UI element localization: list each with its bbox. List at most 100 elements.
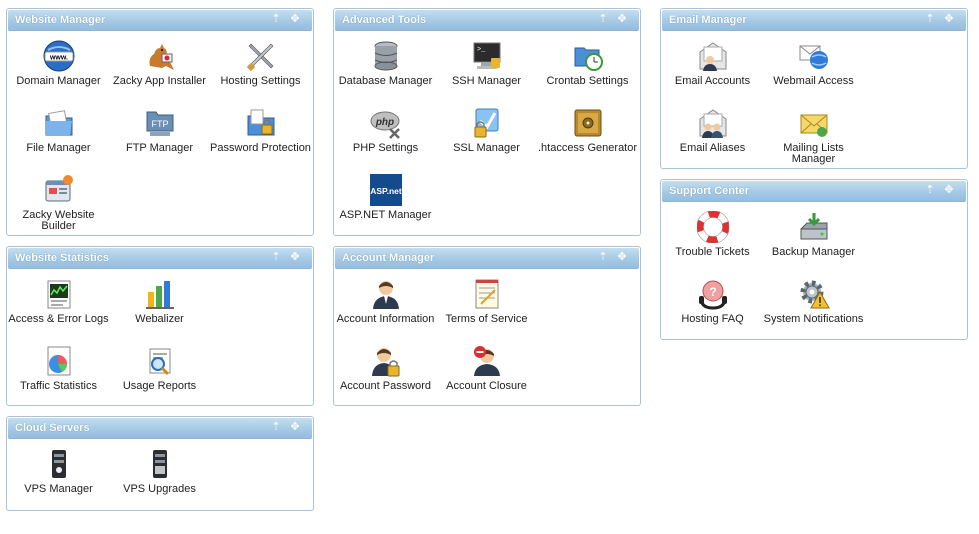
panel-title: Website Statistics [15,252,109,264]
item-label: Mailing Lists Manager [783,142,844,165]
ssl-manager-item[interactable]: SSL Manager [436,107,537,154]
item-label: Webmail Access [773,75,854,87]
item-label: System Notifications [763,313,864,325]
php-label: php [374,117,393,128]
kangaroo-icon [144,40,176,72]
gear-warning-icon [798,278,830,310]
www-label: www. [48,55,67,62]
htaccess-generator-item[interactable]: .htaccess Generator [537,107,638,154]
item-label: Zacky App Installer [113,75,206,87]
php-settings-item[interactable]: php PHP Settings [335,107,436,154]
globe-icon: www. [43,40,75,72]
panel-title: Account Manager [342,252,435,264]
user-lock-icon [370,345,402,377]
move-icon[interactable]: ✥ [289,13,301,25]
move-icon[interactable]: ✥ [943,13,955,25]
pin-icon[interactable]: ⇡ [270,421,282,433]
ftp-folder-icon: FTP [144,107,176,139]
pin-icon[interactable]: ⇡ [597,13,609,25]
item-label: Backup Manager [771,246,856,258]
item-label: SSL Manager [453,142,520,154]
password-protection-item[interactable]: Password Protection [210,107,311,154]
lifebuoy-icon [696,211,729,243]
pin-icon[interactable]: ⇡ [924,13,936,25]
item-label: ASP.NET Manager [339,209,432,221]
panel-header: Email Manager ⇡ ✥ [662,10,966,31]
webmail-access-item[interactable]: Webmail Access [763,40,864,87]
move-icon[interactable]: ✥ [943,184,955,196]
panel-title: Cloud Servers [15,422,90,434]
usage-reports-item[interactable]: Usage Reports [109,345,210,392]
backup-manager-item[interactable]: Backup Manager [763,211,864,258]
move-icon[interactable]: ✥ [616,13,628,25]
vps-upgrades-item[interactable]: VPS Upgrades [109,448,210,495]
cloud-servers-panel: Cloud Servers ⇡ ✥ VPS Manager VPS Upgrad… [6,416,314,511]
item-label: Trouble Tickets [675,246,750,258]
panel-title: Advanced Tools [342,14,427,26]
ftp-label: FTP [151,119,168,129]
account-closure-item[interactable]: Account Closure [436,345,537,392]
vps-manager-item[interactable]: VPS Manager [8,448,109,495]
item-label: File Manager [26,142,91,154]
file-manager-item[interactable]: File Manager [8,107,109,154]
folder-icon [43,107,75,139]
system-notifications-item[interactable]: System Notifications [763,278,864,325]
item-label: Terms of Service [445,313,528,325]
pin-icon[interactable]: ⇡ [270,13,282,25]
mail-users-icon [697,107,729,139]
crontab-settings-item[interactable]: Crontab Settings [537,40,638,87]
item-label: SSH Manager [451,75,522,87]
move-icon[interactable]: ✥ [616,251,628,263]
ftp-manager-item[interactable]: FTP FTP Manager [109,107,210,154]
mail-user-icon [697,40,729,72]
traffic-statistics-item[interactable]: Traffic Statistics [8,345,109,392]
item-label: Traffic Statistics [19,380,98,392]
envelope-icon [798,107,830,139]
domain-manager-item[interactable]: www. Domain Manager [8,40,109,87]
pin-icon[interactable]: ⇡ [270,251,282,263]
account-password-item[interactable]: Account Password [335,345,436,392]
website-builder-icon [43,174,75,206]
panel-header: Support Center ⇡ ✥ [662,181,966,202]
pin-icon[interactable]: ⇡ [597,251,609,263]
panel-header: Cloud Servers ⇡ ✥ [8,418,312,439]
item-label: VPS Upgrades [123,483,196,495]
report-search-icon [144,345,176,377]
item-label: Email Accounts [674,75,751,87]
item-label: .htaccess Generator [537,142,638,154]
lock-folder-icon [245,107,277,139]
item-label: Database Manager [338,75,433,87]
access-error-logs-item[interactable]: Access & Error Logs [8,278,109,325]
support-center-panel: Support Center ⇡ ✥ Trouble Tickets Backu… [660,179,968,340]
panel-title: Website Manager [15,14,106,26]
ssh-manager-item[interactable]: >_ SSH Manager [436,40,537,87]
hosting-settings-item[interactable]: Hosting Settings [210,40,311,87]
account-information-item[interactable]: Account Information [335,278,436,325]
terms-of-service-item[interactable]: Terms of Service [436,278,537,325]
panel-header: Account Manager ⇡ ✥ [335,248,639,269]
item-label: Hosting FAQ [681,313,744,325]
item-label: FTP Manager [125,142,194,154]
move-icon[interactable]: ✥ [289,251,301,263]
item-label: Crontab Settings [546,75,629,87]
database-manager-item[interactable]: Database Manager [335,40,436,87]
faq-headset-icon: ? [697,278,729,310]
user-icon [370,278,402,310]
email-accounts-item[interactable]: Email Accounts [662,40,763,87]
trouble-tickets-item[interactable]: Trouble Tickets [662,211,763,258]
mailing-lists-manager-item[interactable]: Mailing Lists Manager [763,107,864,165]
item-label: PHP Settings [352,142,419,154]
move-icon[interactable]: ✥ [289,421,301,433]
item-label: Domain Manager [16,75,101,87]
webalizer-item[interactable]: Webalizer [109,278,210,325]
email-aliases-item[interactable]: Email Aliases [662,107,763,154]
zacky-website-builder-item[interactable]: Zacky Website Builder [8,174,109,232]
panel-header: Website Manager ⇡ ✥ [8,10,312,31]
php-icon: php [370,107,402,139]
pin-icon[interactable]: ⇡ [924,184,936,196]
hosting-faq-item[interactable]: ? Hosting FAQ [662,278,763,325]
item-label: VPS Manager [24,483,93,495]
aspnet-manager-item[interactable]: ASP.net ASP.NET Manager [335,174,436,221]
panel-header: Advanced Tools ⇡ ✥ [335,10,639,31]
zacky-app-installer-item[interactable]: Zacky App Installer [109,40,210,87]
